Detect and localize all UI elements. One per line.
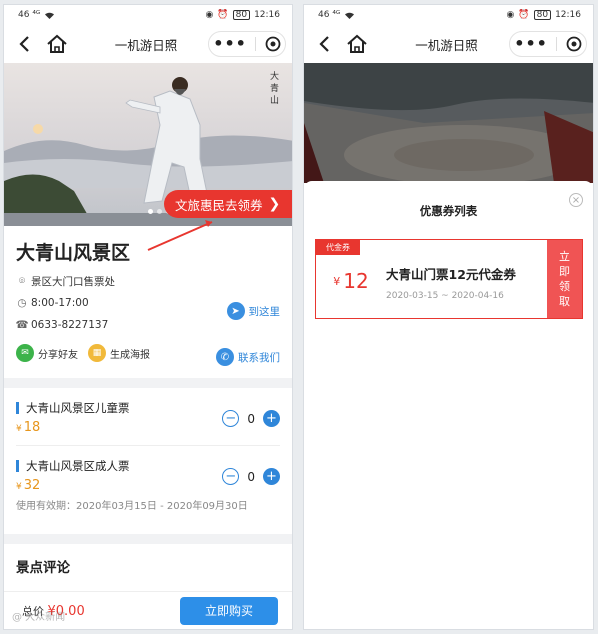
quantity-value: 0 [247,411,255,426]
home-button[interactable] [46,32,72,56]
more-menu-button[interactable]: ••• [514,36,548,52]
scenic-name: 大青山风景区 [16,242,131,264]
back-button[interactable] [318,32,338,56]
chevron-right-icon: ❯ [268,196,281,212]
nav-title: 一机游日照 [415,37,478,53]
decrease-button[interactable]: − [222,410,240,427]
poster-button[interactable]: ▦ 生成海报 [88,344,150,362]
location-pin-icon: ⌾ [18,274,26,287]
ticket-list: 大青山风景区儿童票 ¥18 − 0 + 大青山风景区成人票 ¥32 使用有效期：… [4,388,292,522]
ticket-validity: 使用有效期：2020年03月15日 - 2020年09月30日 [16,501,248,512]
quantity-stepper: − 0 + [222,410,280,427]
eye-icon: ◉ [205,10,214,20]
back-arrow-icon [319,36,329,52]
more-menu-button[interactable]: ••• [213,36,247,52]
svg-text:青: 青 [270,82,279,94]
voucher-tag: 代金券 [316,240,360,255]
battery-icon: 80 [533,10,552,20]
contact-label: 联系我们 [238,351,280,364]
navigate-label: 到这里 [248,305,281,318]
location-row: ⌾ 景区大门口售票处 [16,270,280,292]
wifi-icon [345,12,355,19]
reviews-title: 景点评论 [16,560,70,576]
alarm-icon: ⏰ [518,10,530,20]
voucher-date-range: 2020-03-15 ~ 2020-04-16 [386,291,504,301]
decrease-button[interactable]: − [222,468,240,485]
signal-icon: 46 ⁴ᴳ [18,10,41,20]
poster-icon: ▦ [88,344,106,362]
list-item: 大青山风景区儿童票 ¥18 − 0 + [16,388,280,446]
svg-text:大: 大 [270,70,279,82]
voucher-card: 代金券 ¥ 12 大青山门票12元代金券 2020-03-15 ~ 2020-0… [315,239,583,319]
back-button[interactable] [18,32,38,56]
claim-coupon-button[interactable]: 立 即 领 取 [547,240,582,318]
home-button[interactable] [346,32,372,56]
home-icon [47,34,67,53]
navigate-arrow-icon: ➤ [226,302,245,320]
miniprogram-capsule: ••• [208,31,286,57]
wifi-icon [45,12,55,19]
wechat-icon: ✉ [16,344,34,362]
miniprogram-capsule: ••• [509,31,587,57]
phone-screen-detail: 46 ⁴ᴳ ◉ ⏰ 80 12:16 一机游日照 ••• 大 青 山 文旅惠民去… [3,4,293,630]
sheet-title: 优惠券列表 [419,204,478,218]
location-text: 景区大门口售票处 [31,275,115,288]
status-bar: 46 ⁴ᴳ ◉ ⏰ 80 12:16 [4,5,292,25]
close-miniprogram-icon[interactable] [566,36,582,52]
quantity-value: 0 [247,469,255,484]
nav-bar: 一机游日照 ••• [304,25,593,63]
nav-bar: 一机游日照 ••• [4,25,292,63]
signal-icon: 46 ⁴ᴳ [318,10,341,20]
back-arrow-icon [19,36,29,52]
nav-title: 一机游日照 [114,37,178,53]
navigate-button[interactable]: ➤ 到这里 [226,302,281,320]
quantity-stepper: − 0 + [222,468,280,485]
status-time: 12:16 [254,10,280,20]
close-icon[interactable]: × [569,193,583,207]
share-friends-label: 分享好友 [38,349,78,361]
increase-button[interactable]: + [263,410,280,427]
coupon-sheet: × 优惠券列表 代金券 ¥ 12 大青山门票12元代金券 2020-03-15 … [304,181,593,629]
home-icon [347,34,367,53]
alarm-icon: ⏰ [217,10,229,20]
status-time: 12:16 [555,10,581,20]
close-miniprogram-icon[interactable] [265,36,281,52]
poster-label: 生成海报 [110,349,150,361]
hero-banner[interactable]: 大 青 山 文旅惠民去领券 ❯ [4,63,292,226]
eye-icon: ◉ [506,10,515,20]
watermark: @ 大众新闻 [12,612,66,623]
clock-icon: ◷ [17,297,27,309]
phone-text: 0633-8227137 [31,319,109,331]
phone-icon: ☎ [15,319,29,331]
event-photo [304,63,593,183]
share-friends-button[interactable]: ✉ 分享好友 [16,344,78,362]
scenic-info: 大青山风景区 ⌾ 景区大门口售票处 ➤ 到这里 ◷ 8:00-17:00 ☎ 0… [4,238,292,366]
buy-now-button[interactable]: 立即购买 [180,596,278,625]
phone-screen-coupons: 46 ⁴ᴳ ◉ ⏰ 80 12:16 一机游日照 ••• × 优惠券列表 代金券… [303,4,594,630]
battery-icon: 80 [232,10,251,20]
increase-button[interactable]: + [263,468,280,485]
get-coupon-label: 文旅惠民去领券 [175,197,263,213]
svg-text:山: 山 [270,95,279,106]
hours-text: 8:00-17:00 [31,297,89,309]
status-bar: 46 ⁴ᴳ ◉ ⏰ 80 12:16 [304,5,593,25]
contact-button[interactable]: ✆ 联系我们 [216,348,280,366]
list-item: 大青山风景区成人票 ¥32 使用有效期：2020年03月15日 - 2020年0… [16,446,280,522]
phone-handset-icon: ✆ [216,348,234,366]
voucher-name: 大青山门票12元代金券 [386,267,516,282]
get-coupon-button[interactable]: 文旅惠民去领券 ❯ [164,190,292,218]
